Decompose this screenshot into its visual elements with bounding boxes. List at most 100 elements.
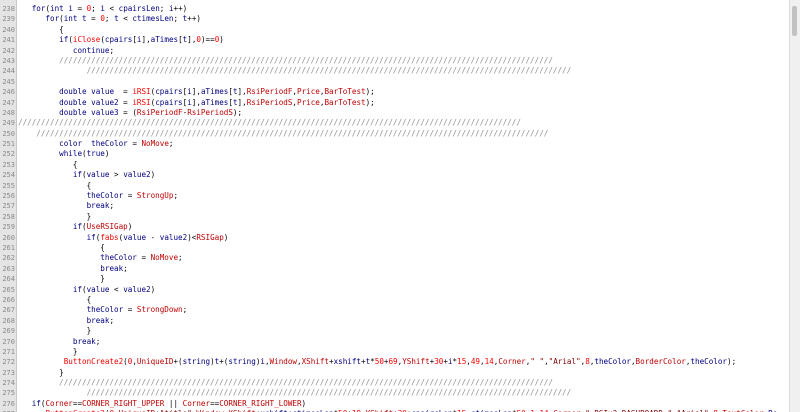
line-number: 265 — [2, 285, 15, 294]
line-number: 273 — [2, 368, 15, 377]
line-number: 260 — [2, 233, 15, 242]
code-text[interactable]: if(value < value2) — [18, 285, 155, 295]
code-text[interactable]: } — [18, 347, 78, 357]
code-text[interactable]: break; — [18, 337, 100, 347]
line-number: 238 — [2, 5, 15, 13]
code-line[interactable]: 247 double value2 = iRSI(cpairs[i],aTime… — [0, 98, 790, 108]
line-number: 254 — [2, 171, 15, 180]
line-number: 261 — [2, 243, 15, 252]
code-line[interactable]: 245 — [0, 77, 790, 87]
code-line[interactable]: 252 while(true) — [0, 149, 790, 159]
code-line[interactable]: 274 ////////////////////////////////////… — [0, 378, 790, 388]
code-text[interactable]: theColor = StrongUp; — [18, 191, 178, 201]
code-text[interactable]: theColor = NoMove; — [18, 253, 182, 263]
line-number: 269 — [2, 327, 15, 336]
line-number: 268 — [2, 316, 15, 325]
code-line[interactable]: 262 theColor = NoMove; — [0, 253, 790, 263]
code-text[interactable]: double value2 = iRSI(cpairs[i],aTimes[t]… — [18, 98, 375, 108]
line-number: 248 — [2, 108, 15, 117]
line-number: 242 — [2, 46, 15, 55]
code-line[interactable]: 258 } — [0, 212, 790, 222]
code-text[interactable]: break; — [18, 201, 114, 211]
code-text[interactable]: { — [18, 25, 64, 35]
vertical-scrollbar[interactable] — [789, 0, 800, 412]
line-number: 274 — [2, 379, 15, 388]
code-text[interactable]: continue; — [18, 46, 114, 56]
code-line[interactable]: 250 ////////////////////////////////////… — [0, 129, 790, 139]
code-text[interactable]: ////////////////////////////////////////… — [18, 66, 572, 76]
code-line[interactable]: 275 ////////////////////////////////////… — [0, 388, 790, 398]
code-text[interactable]: break; — [18, 264, 127, 274]
code-line[interactable]: 263 break; — [0, 264, 790, 274]
code-text[interactable]: { — [18, 295, 92, 305]
code-text[interactable]: double value3 = (RsiPeriodF-RsiPeriodS); — [18, 108, 242, 118]
code-line[interactable]: 254 if(value > value2) — [0, 170, 790, 180]
code-text[interactable]: } — [18, 368, 64, 378]
line-number: 240 — [2, 25, 15, 34]
code-text[interactable]: if(fabs(value - value2)<RSIGap) — [18, 233, 229, 243]
code-text[interactable]: if(Corner==CORNER_RIGHT_UPPER || Corner=… — [18, 399, 306, 409]
line-number: 243 — [2, 56, 15, 65]
code-text[interactable]: } — [18, 326, 92, 336]
code-line[interactable]: 239 for(int t = 0; t < ctimesLen; t++) — [0, 14, 790, 24]
code-line[interactable]: 268 break; — [0, 316, 790, 326]
code-text[interactable]: break; — [18, 316, 114, 326]
code-line[interactable]: 241 if(iClose(cpairs[i],aTimes[t],0)==0) — [0, 35, 790, 45]
code-line[interactable]: 261 { — [0, 243, 790, 253]
line-number: 244 — [2, 67, 15, 76]
code-line[interactable]: 257 break; — [0, 201, 790, 211]
code-text[interactable]: if(value > value2) — [18, 170, 155, 180]
code-text[interactable]: ButtonCreate2(0,UniqueID+(string)t+(stri… — [18, 357, 736, 367]
line-number: 275 — [2, 389, 15, 398]
code-line[interactable]: 269 } — [0, 326, 790, 336]
code-line[interactable]: 266 { — [0, 295, 790, 305]
code-text[interactable]: ////////////////////////////////////////… — [18, 378, 553, 388]
code-text[interactable]: theColor = StrongDown; — [18, 305, 188, 315]
code-text[interactable]: ////////////////////////////////////////… — [18, 129, 548, 139]
code-line[interactable]: 273 } — [0, 368, 790, 378]
code-text[interactable]: } — [18, 212, 92, 222]
code-text[interactable]: for(int t = 0; t < ctimesLen; t++) — [18, 14, 201, 24]
code-editor[interactable]: 238 for(int i = 0; i < cpairsLen; i++) 23… — [0, 0, 800, 412]
code-line[interactable]: 270 break; — [0, 337, 790, 347]
line-number: 271 — [2, 347, 15, 356]
code-line[interactable]: 238 for(int i = 0; i < cpairsLen; i++) — [0, 4, 790, 14]
code-line[interactable]: 259 if(UseRSIGap) — [0, 222, 790, 232]
code-line[interactable]: 243 ////////////////////////////////////… — [0, 56, 790, 66]
code-text[interactable]: color theColor = NoMove; — [18, 139, 173, 149]
code-line[interactable]: 267 theColor = StrongDown; — [0, 305, 790, 315]
code-text[interactable]: if(iClose(cpairs[i],aTimes[t],0)==0) — [18, 35, 224, 45]
code-line[interactable]: 260 if(fabs(value - value2)<RSIGap) — [0, 233, 790, 243]
code-line[interactable]: 255 { — [0, 181, 790, 191]
code-text[interactable]: { — [18, 160, 78, 170]
code-line[interactable]: 242 continue; — [0, 46, 790, 56]
code-line[interactable]: 253 { — [0, 160, 790, 170]
code-line[interactable]: 240 { — [0, 25, 790, 35]
code-text[interactable]: for(int i = 0; i < cpairsLen; i++) — [18, 4, 188, 14]
line-number: 250 — [2, 129, 15, 138]
line-number: 245 — [2, 77, 15, 86]
code-text[interactable]: while(true) — [18, 149, 109, 159]
code-line[interactable]: 246 double value = iRSI(cpairs[i],aTimes… — [0, 87, 790, 97]
code-line[interactable]: 256 theColor = StrongUp; — [0, 191, 790, 201]
code-line[interactable]: 244 ////////////////////////////////////… — [0, 66, 790, 76]
code-line[interactable]: 265 if(value < value2) — [0, 285, 790, 295]
code-line[interactable]: 249/////////////////////////////////////… — [0, 118, 790, 128]
code-line[interactable]: 264 } — [0, 274, 790, 284]
code-text[interactable]: double value = iRSI(cpairs[i],aTimes[t],… — [18, 87, 375, 97]
code-line[interactable]: 272 ButtonCreate2(0,UniqueID+(string)t+(… — [0, 357, 790, 367]
code-line[interactable]: 276 if(Corner==CORNER_RIGHT_UPPER || Cor… — [0, 399, 790, 409]
code-text[interactable]: ////////////////////////////////////////… — [18, 118, 521, 128]
code-text[interactable]: if(UseRSIGap) — [18, 222, 132, 232]
scrollbar-thumb[interactable] — [792, 6, 797, 36]
line-number: 252 — [2, 150, 15, 159]
code-text[interactable]: } — [18, 274, 105, 284]
code-text[interactable]: ////////////////////////////////////////… — [18, 56, 553, 66]
code-line[interactable]: 251 color theColor = NoMove; — [0, 139, 790, 149]
code-line[interactable]: 248 double value3 = (RsiPeriodF-RsiPerio… — [0, 108, 790, 118]
code-text[interactable]: ////////////////////////////////////////… — [18, 388, 572, 398]
line-number: 262 — [2, 254, 15, 263]
code-text[interactable]: { — [18, 181, 92, 191]
code-text[interactable]: { — [18, 243, 105, 253]
code-line[interactable]: 271 } — [0, 347, 790, 357]
